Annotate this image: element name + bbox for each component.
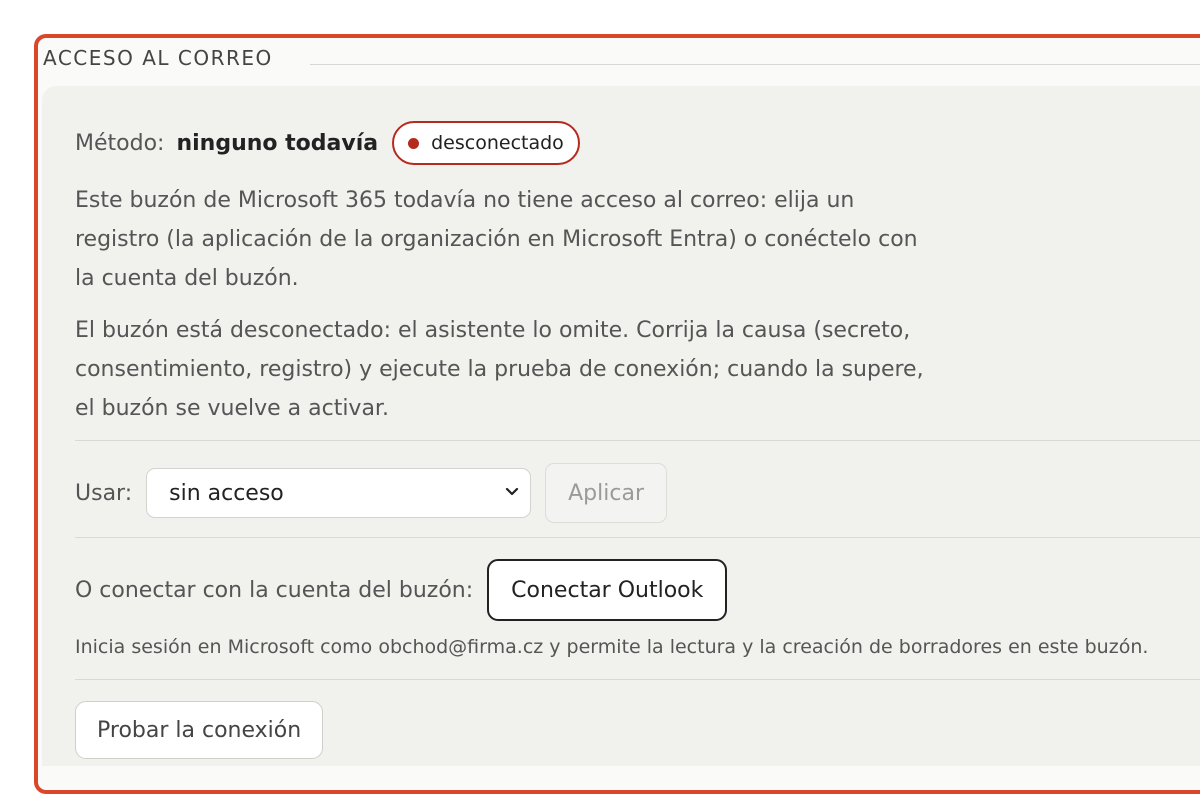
use-row: Usar: sin acceso Aplicar (75, 463, 667, 523)
test-connection-button[interactable]: Probar la conexión (75, 701, 324, 759)
method-label: Método: (75, 130, 165, 156)
connect-outlook-button[interactable]: Conectar Outlook (487, 559, 728, 621)
status-badge-label: desconectado (431, 132, 564, 154)
access-method-select[interactable]: sin acceso (146, 468, 532, 518)
connect-label: O conectar con la cuenta del buzón: (75, 577, 474, 603)
apply-button[interactable]: Aplicar (545, 463, 667, 523)
status-badge: desconectado (392, 121, 580, 165)
divider (75, 679, 1200, 680)
fieldset-border (310, 64, 1200, 65)
chevron-down-icon (506, 487, 519, 496)
divider (75, 537, 1200, 538)
use-label: Usar: (75, 480, 133, 506)
connect-hint: Inicia sesión en Microsoft como obchod@f… (75, 636, 1149, 658)
description-paragraph-2: El buzón está desconectado: el asistente… (75, 318, 924, 421)
divider (75, 440, 1200, 441)
method-row: Método: ninguno todavía desconectado (75, 120, 580, 166)
access-method-select-value: sin acceso (169, 480, 284, 506)
section-legend: ACCESO AL CORREO (43, 46, 285, 70)
description-paragraph-1: Este buzón de Microsoft 365 todavía no t… (75, 188, 918, 291)
method-value: ninguno todavía (176, 130, 379, 156)
connect-row: O conectar con la cuenta del buzón: Cone… (75, 559, 728, 621)
status-dot-icon (408, 137, 420, 149)
